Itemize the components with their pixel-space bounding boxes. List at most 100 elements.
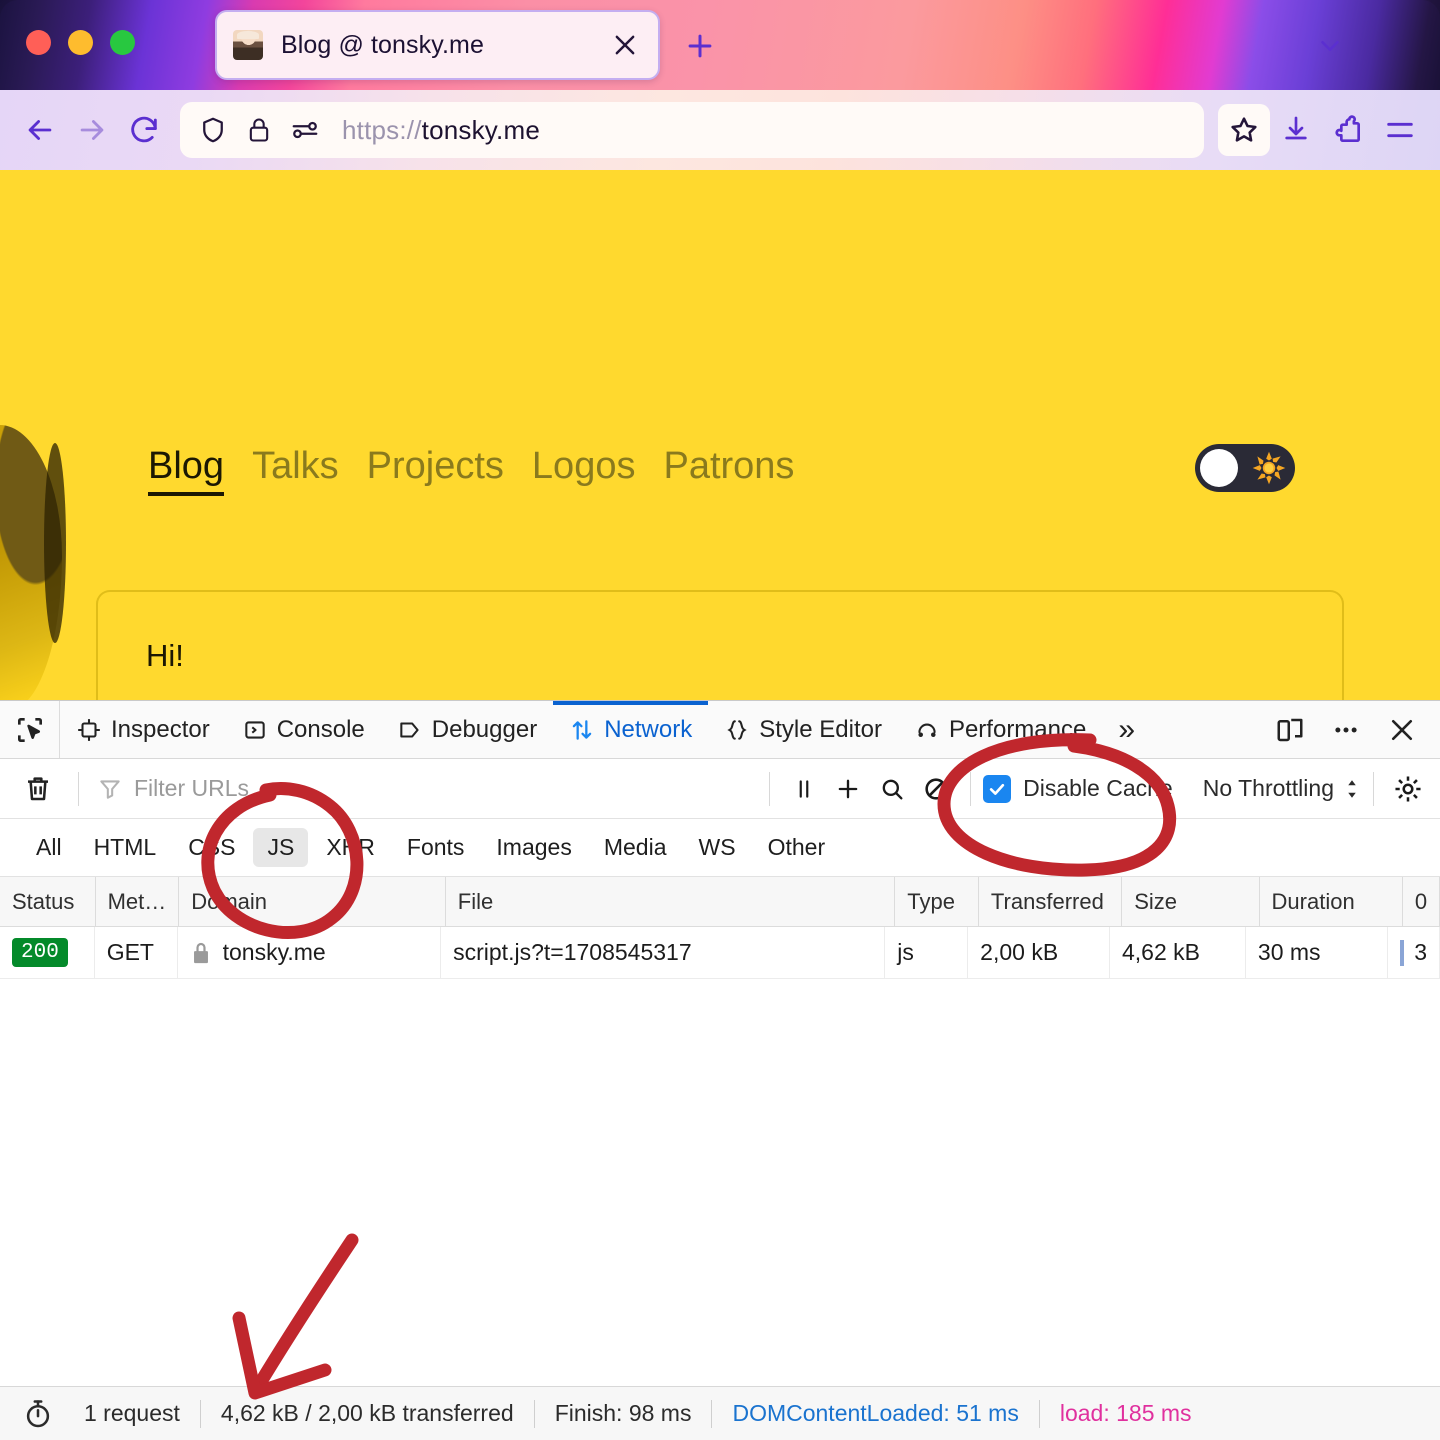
settings-gear-icon[interactable] [1386, 767, 1430, 811]
filter-chip-all[interactable]: All [22, 828, 76, 867]
pause-icon[interactable] [782, 767, 826, 811]
column-header-method[interactable]: Met… [96, 877, 180, 926]
greeting-text: Hi! [146, 638, 184, 673]
url-bar[interactable]: https://tonsky.me [180, 102, 1204, 158]
browser-window: Blog @ tonsky.me https://tonsky.me Blog … [0, 0, 1440, 700]
network-icon [572, 719, 592, 740]
tab-overflow-button[interactable]: » [1102, 701, 1151, 758]
column-header-size[interactable]: Size [1122, 877, 1260, 926]
column-header-duration[interactable]: Duration [1260, 877, 1403, 926]
filter-chip-images[interactable]: Images [482, 828, 585, 867]
column-header-transferred[interactable]: Transferred [979, 877, 1123, 926]
tab-title: Blog @ tonsky.me [281, 30, 484, 59]
close-devtools-icon[interactable] [1378, 706, 1426, 754]
shield-icon[interactable] [196, 113, 230, 147]
sun-icon [1251, 450, 1287, 486]
minimize-window-button[interactable] [68, 30, 93, 55]
table-header-row: Status Met… Domain File Type Transferred… [0, 877, 1440, 927]
element-picker-icon[interactable] [0, 701, 60, 758]
filter-chip-fonts[interactable]: Fonts [393, 828, 479, 867]
author-photo [0, 425, 66, 700]
downloads-icon[interactable] [1270, 104, 1322, 156]
cell-duration: 30 ms [1246, 927, 1388, 978]
lock-icon[interactable] [242, 113, 276, 147]
site-nav: Blog Talks Projects Logos Patrons [148, 445, 794, 496]
inspector-icon [78, 718, 100, 741]
filter-chip-css[interactable]: CSS [174, 828, 249, 867]
cell-method: GET [95, 927, 178, 978]
cell-status: 200 [0, 927, 95, 978]
cell-size: 4,62 kB [1110, 927, 1246, 978]
filter-chip-media[interactable]: Media [590, 828, 681, 867]
browser-tab[interactable]: Blog @ tonsky.me [215, 10, 660, 80]
tab-performance-label: Performance [948, 715, 1087, 743]
url-host: tonsky.me [421, 114, 540, 145]
clear-requests-icon[interactable] [10, 773, 66, 805]
column-header-status[interactable]: Status [0, 877, 96, 926]
list-all-tabs-icon[interactable] [1310, 26, 1350, 66]
sidebar-item-blog[interactable]: Blog [148, 445, 225, 496]
status-transferred: 4,62 kB / 2,00 kB transferred [220, 1400, 514, 1426]
forward-button[interactable] [66, 104, 118, 156]
column-header-domain[interactable]: Domain [179, 877, 446, 926]
filter-chip-js[interactable]: JS [253, 828, 309, 867]
stopwatch-icon[interactable] [16, 1398, 60, 1430]
throttling-select[interactable]: No Throttling [1203, 775, 1361, 802]
search-icon[interactable] [870, 767, 914, 811]
tab-inspector[interactable]: Inspector [60, 701, 226, 758]
column-header-timeline[interactable]: 0 [1403, 877, 1440, 926]
search-input[interactable]: Filter URLs [91, 775, 757, 802]
tab-console-label: Console [276, 715, 365, 743]
tab-performance[interactable]: Performance [898, 701, 1102, 758]
column-header-type[interactable]: Type [895, 877, 979, 926]
table-row[interactable]: 200 GET tonsky.me script.js?t=1708545317… [0, 927, 1440, 979]
block-icon[interactable] [914, 767, 958, 811]
tracking-protection-icon[interactable] [288, 113, 322, 147]
browser-navigation-bar: https://tonsky.me [0, 90, 1440, 170]
tab-style-editor[interactable]: Style Editor [708, 701, 898, 758]
disable-cache-checkbox[interactable]: Disable Cache [983, 774, 1173, 803]
checkbox-checked-icon[interactable] [983, 774, 1012, 803]
performance-icon [918, 723, 936, 737]
bookmark-star-icon[interactable] [1218, 104, 1270, 156]
timeline-bar [1399, 939, 1405, 966]
url-text: https://tonsky.me [342, 115, 540, 146]
extensions-icon[interactable] [1322, 104, 1374, 156]
tab-debugger[interactable]: Debugger [381, 701, 553, 758]
disable-cache-label: Disable Cache [1023, 775, 1173, 801]
sidebar-item-patrons[interactable]: Patrons [663, 445, 794, 488]
style-editor-icon [727, 719, 747, 740]
network-toolbar: Filter URLs Disable Cache No Throttling [0, 759, 1440, 819]
responsive-design-mode-icon[interactable] [1266, 706, 1314, 754]
reload-button[interactable] [118, 104, 170, 156]
filter-chip-html[interactable]: HTML [80, 828, 171, 867]
back-button[interactable] [14, 104, 66, 156]
tabbar-spacer [1151, 701, 1266, 758]
sidebar-item-projects[interactable]: Projects [367, 445, 504, 488]
new-tab-button[interactable] [680, 26, 720, 66]
tab-console[interactable]: Console [226, 701, 381, 758]
sidebar-item-talks[interactable]: Talks [252, 445, 339, 488]
theme-toggle[interactable] [1195, 444, 1295, 492]
filter-chip-other[interactable]: Other [754, 828, 840, 867]
maximize-window-button[interactable] [110, 30, 135, 55]
console-icon [245, 720, 265, 739]
chevron-updown-icon [1348, 779, 1356, 798]
browser-titlebar: Blog @ tonsky.me [0, 0, 1440, 90]
debugger-icon [400, 721, 419, 738]
filter-chip-ws[interactable]: WS [685, 828, 750, 867]
close-window-button[interactable] [26, 30, 51, 55]
network-status-bar: 1 request 4,62 kB / 2,00 kB transferred … [0, 1386, 1440, 1440]
filter-chip-xhr[interactable]: XHR [312, 828, 389, 867]
status-load: load: 185 ms [1059, 1400, 1192, 1426]
column-header-file[interactable]: File [446, 877, 896, 926]
devtools-options-icon[interactable] [1322, 706, 1370, 754]
plus-icon[interactable] [826, 767, 870, 811]
tab-network-label: Network [604, 715, 693, 743]
sidebar-item-logos[interactable]: Logos [532, 445, 636, 488]
app-menu-icon[interactable] [1374, 104, 1426, 156]
theme-toggle-knob [1200, 449, 1238, 487]
page-content: Blog Talks Projects Logos Patrons Hi! I’… [0, 170, 1440, 700]
tab-network[interactable]: Network [553, 701, 708, 758]
close-tab-icon[interactable] [610, 30, 640, 60]
